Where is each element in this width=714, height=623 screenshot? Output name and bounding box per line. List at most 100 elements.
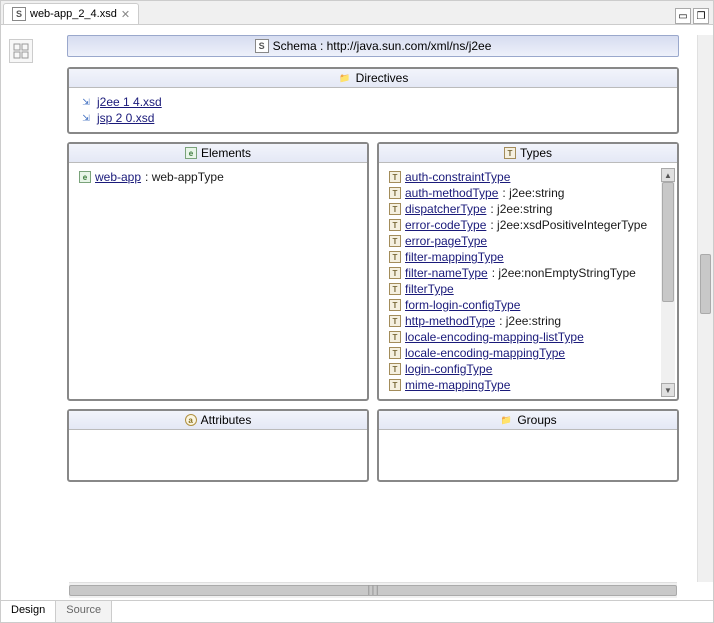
item-link[interactable]: error-codeType [405,218,486,232]
item-link[interactable]: error-pageType [405,234,487,248]
list-item[interactable]: ⇲ jsp 2 0.xsd [79,110,667,126]
minimize-icon[interactable]: ▭ [675,8,691,24]
attributes-panel: a Attributes [67,409,369,482]
list-item[interactable]: Thttp-methodType : j2ee:string [389,313,657,329]
item-type-suffix: : j2ee:string [490,202,552,216]
ic-type-icon: T [389,331,401,343]
ic-type-icon: T [389,363,401,375]
item-link[interactable]: locale-encoding-mappingType [405,346,565,360]
list-item[interactable]: Tfilter-nameType : j2ee:nonEmptyStringTy… [389,265,657,281]
ic-type-icon: T [389,203,401,215]
list-item[interactable]: Tauth-constraintType [389,169,657,185]
groups-header[interactable]: 📁 Groups [379,411,677,430]
item-type-suffix: : j2ee:nonEmptyStringType [492,266,636,280]
item-type-suffix: : j2ee:xsdPositiveIntegerType [490,218,647,232]
tab-design[interactable]: Design [1,601,56,622]
attributes-list [69,430,367,480]
ic-import-icon: ⇲ [79,96,93,108]
list-item[interactable]: Tfilter-mappingType [389,249,657,265]
ic-import-icon: ⇲ [79,112,93,124]
types-scrollbar[interactable]: ▲ ▼ [661,168,675,397]
item-link[interactable]: mime-mappingType [405,378,510,392]
item-link[interactable]: filter-nameType [405,266,488,280]
close-icon[interactable]: ✕ [121,8,130,21]
item-link[interactable]: login-configType [405,362,492,376]
schema-file-icon: S [12,7,26,21]
directives-header[interactable]: 📁 Directives [69,69,677,88]
schema-design-area: S Schema : http://java.sun.com/xml/ns/j2… [49,25,713,598]
grid-icon [13,43,29,59]
ic-type-icon: T [389,283,401,295]
left-toolbar [1,25,49,598]
list-item[interactable]: eweb-app : web-appType [79,169,357,185]
item-link[interactable]: auth-methodType [405,186,498,200]
item-link[interactable]: http-methodType [405,314,495,328]
bottom-tab-bar: Design Source [1,600,713,622]
item-link[interactable]: auth-constraintType [405,170,510,184]
hscroll-thumb[interactable]: ⎮⎮⎮ [69,585,677,596]
ic-type-icon: T [389,267,401,279]
scroll-thumb[interactable] [662,182,674,302]
ic-type-icon: T [389,187,401,199]
attributes-header[interactable]: a Attributes [69,411,367,430]
item-link[interactable]: dispatcherType [405,202,486,216]
list-item[interactable]: Tlocale-encoding-mapping-listType [389,329,657,345]
attributes-title: Attributes [201,413,252,427]
ic-type-icon: T [389,315,401,327]
directives-list: ⇲ j2ee 1 4.xsd ⇲ jsp 2 0.xsd [69,88,677,132]
ic-type-icon: T [389,347,401,359]
schema-title: Schema : http://java.sun.com/xml/ns/j2ee [273,39,492,53]
vertical-scrollbar[interactable] [697,35,713,582]
schema-header[interactable]: S Schema : http://java.sun.com/xml/ns/j2… [67,35,679,57]
vscroll-thumb[interactable] [700,254,711,314]
file-tab[interactable]: S web-app_2_4.xsd ✕ [3,3,139,24]
groups-panel: 📁 Groups [377,409,679,482]
elements-panel: e Elements eweb-app : web-appType [67,142,369,401]
elements-header[interactable]: e Elements [69,144,367,163]
directives-title: Directives [356,71,409,85]
list-item[interactable]: Tlogin-configType [389,361,657,377]
list-item[interactable]: Tauth-methodType : j2ee:string [389,185,657,201]
list-item[interactable]: Tform-login-configType [389,297,657,313]
folder-icon: 📁 [338,72,352,84]
item-link[interactable]: jsp 2 0.xsd [97,111,154,125]
tab-controls: ▭ ❐ [675,8,713,24]
list-item[interactable]: ⇲ j2ee 1 4.xsd [79,94,667,110]
ic-type-icon: T [389,299,401,311]
ic-type-icon: T [389,251,401,263]
list-item[interactable]: Tlocale-encoding-mappingType [389,345,657,361]
item-link[interactable]: locale-encoding-mapping-listType [405,330,584,344]
item-type-suffix: : web-appType [145,170,224,184]
item-link[interactable]: filter-mappingType [405,250,504,264]
list-item[interactable]: Terror-pageType [389,233,657,249]
types-title: Types [520,146,552,160]
folder-icon: 📁 [499,414,513,426]
list-item[interactable]: TfilterType [389,281,657,297]
item-link[interactable]: form-login-configType [405,298,520,312]
item-link[interactable]: web-app [95,170,141,184]
editor-tab-bar: S web-app_2_4.xsd ✕ ▭ ❐ [1,1,713,25]
scroll-up-icon[interactable]: ▲ [661,168,675,182]
list-item[interactable]: Terror-codeType : j2ee:xsdPositiveIntege… [389,217,657,233]
types-list: Tauth-constraintTypeTauth-methodType : j… [379,163,677,399]
item-link[interactable]: j2ee 1 4.xsd [97,95,162,109]
file-tab-label: web-app_2_4.xsd [30,8,117,20]
list-item[interactable]: Tmime-mappingType [389,377,657,393]
elements-list: eweb-app : web-appType [69,163,367,191]
item-type-suffix: : j2ee:string [502,186,564,200]
types-panel: T Types Tauth-constraintTypeTauth-method… [377,142,679,401]
editor-content: S Schema : http://java.sun.com/xml/ns/j2… [1,25,713,598]
type-icon: T [504,147,516,159]
element-icon: e [185,147,197,159]
view-mode-button[interactable] [9,39,33,63]
horizontal-scrollbar[interactable]: ⎮⎮⎮ [69,582,677,598]
item-link[interactable]: filterType [405,282,454,296]
tab-source[interactable]: Source [56,601,112,622]
ic-type-icon: T [389,235,401,247]
scroll-down-icon[interactable]: ▼ [661,383,675,397]
groups-list [379,430,677,480]
types-header[interactable]: T Types [379,144,677,163]
ic-type-icon: T [389,219,401,231]
list-item[interactable]: TdispatcherType : j2ee:string [389,201,657,217]
maximize-icon[interactable]: ❐ [693,8,709,24]
